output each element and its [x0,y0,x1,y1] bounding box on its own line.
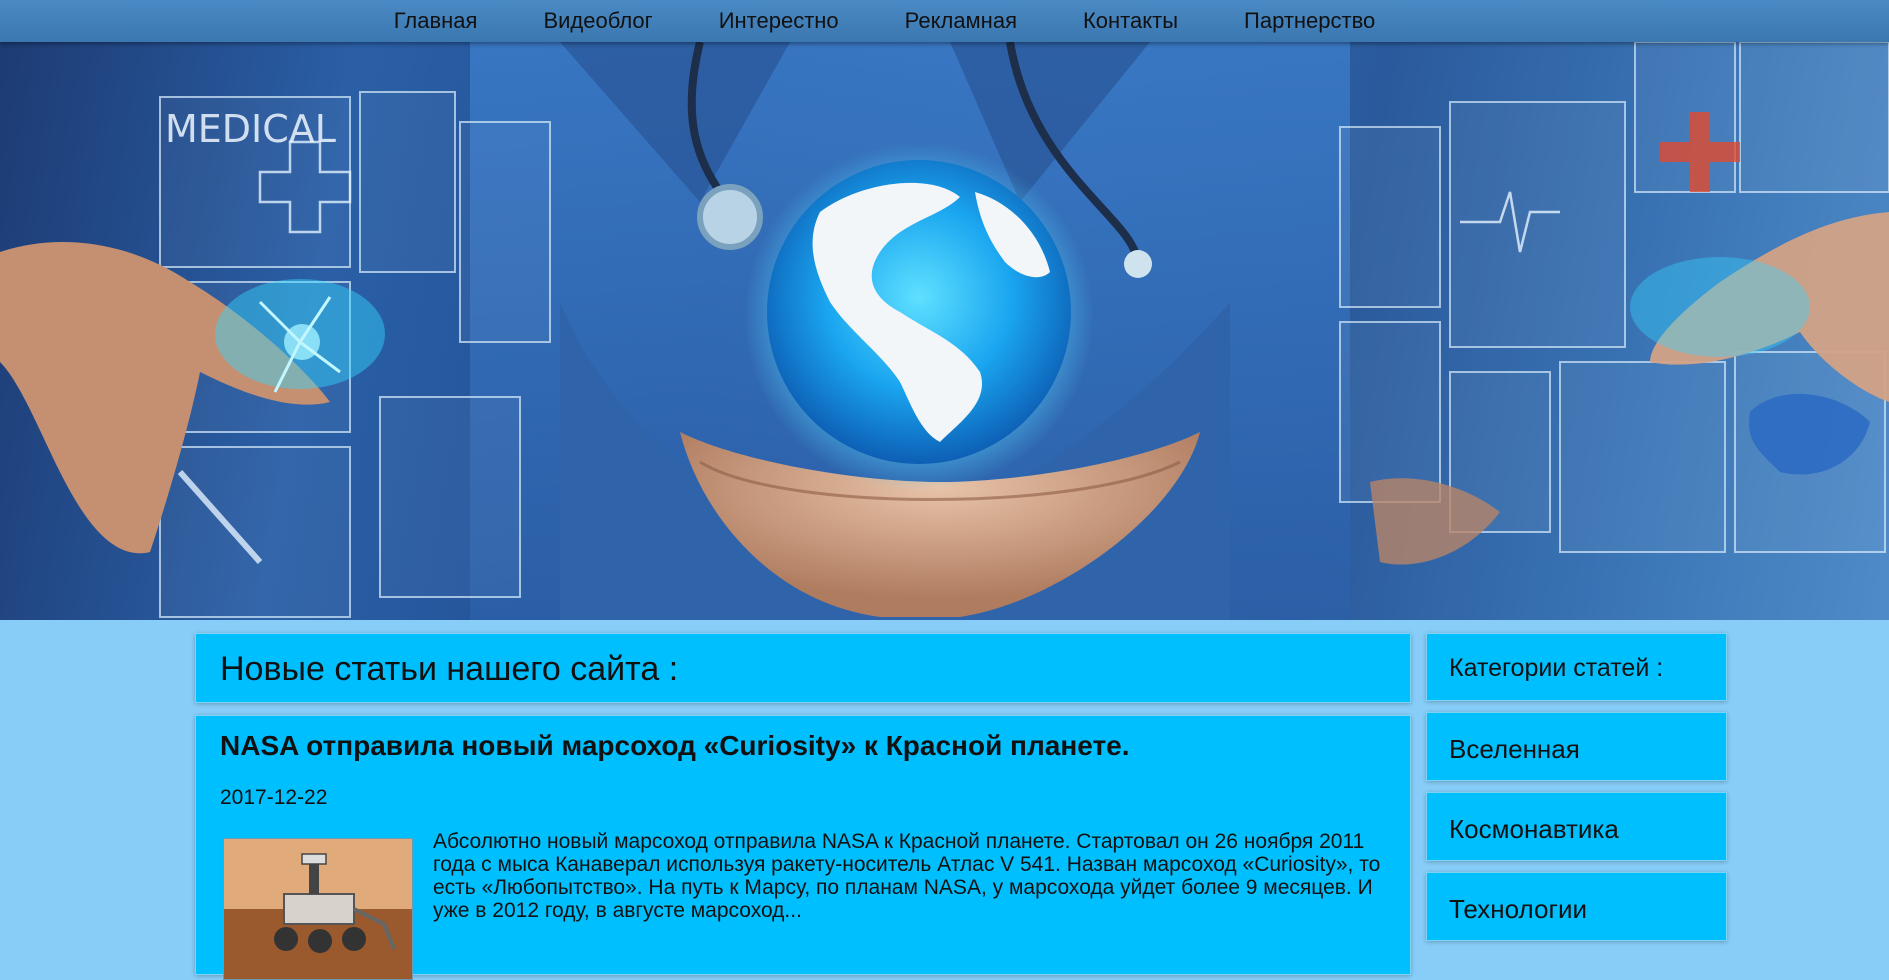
categories-sidebar: Категории статей : Вселенная Космонавтик… [1426,633,1727,941]
nav-item-advertising[interactable]: Рекламная [905,8,1017,34]
hero-banner: MEDICAL [0,42,1889,620]
section-title: Новые статьи нашего сайта : [195,633,1411,703]
article-body: Абсолютно новый марсоход отправила NASA … [220,830,1386,980]
article-date: 2017-12-22 [220,786,328,809]
nav-item-partnership[interactable]: Партнерство [1244,8,1375,34]
article-thumbnail-rover[interactable] [223,838,413,980]
article-card: NASA отправила новый марсоход «Curiosity… [195,715,1411,980]
top-navigation: Главная Видеоблог Интерестно Рекламная К… [0,0,1889,42]
main-column: Новые статьи нашего сайта : NASA отправи… [195,633,1411,980]
category-universe[interactable]: Вселенная [1426,712,1727,781]
category-cosmonautics[interactable]: Космонавтика [1426,792,1727,861]
nav-item-contacts[interactable]: Контакты [1083,8,1178,34]
article-excerpt: Абсолютно новый марсоход отправила NASA … [433,830,1381,922]
nav-menu: Главная Видеоблог Интерестно Рекламная К… [361,8,1409,34]
mars-rover-image [224,839,412,979]
nav-item-videoblog[interactable]: Видеоблог [543,8,652,34]
hud-medical-label: MEDICAL [165,107,336,151]
category-technology[interactable]: Технологии [1426,872,1727,941]
article-title[interactable]: NASA отправила новый марсоход «Curiosity… [220,728,1386,764]
sidebar-title: Категории статей : [1426,633,1727,701]
hero-illustration: MEDICAL [0,42,1889,620]
nav-item-interesting[interactable]: Интерестно [719,8,839,34]
nav-item-home[interactable]: Главная [394,8,478,34]
